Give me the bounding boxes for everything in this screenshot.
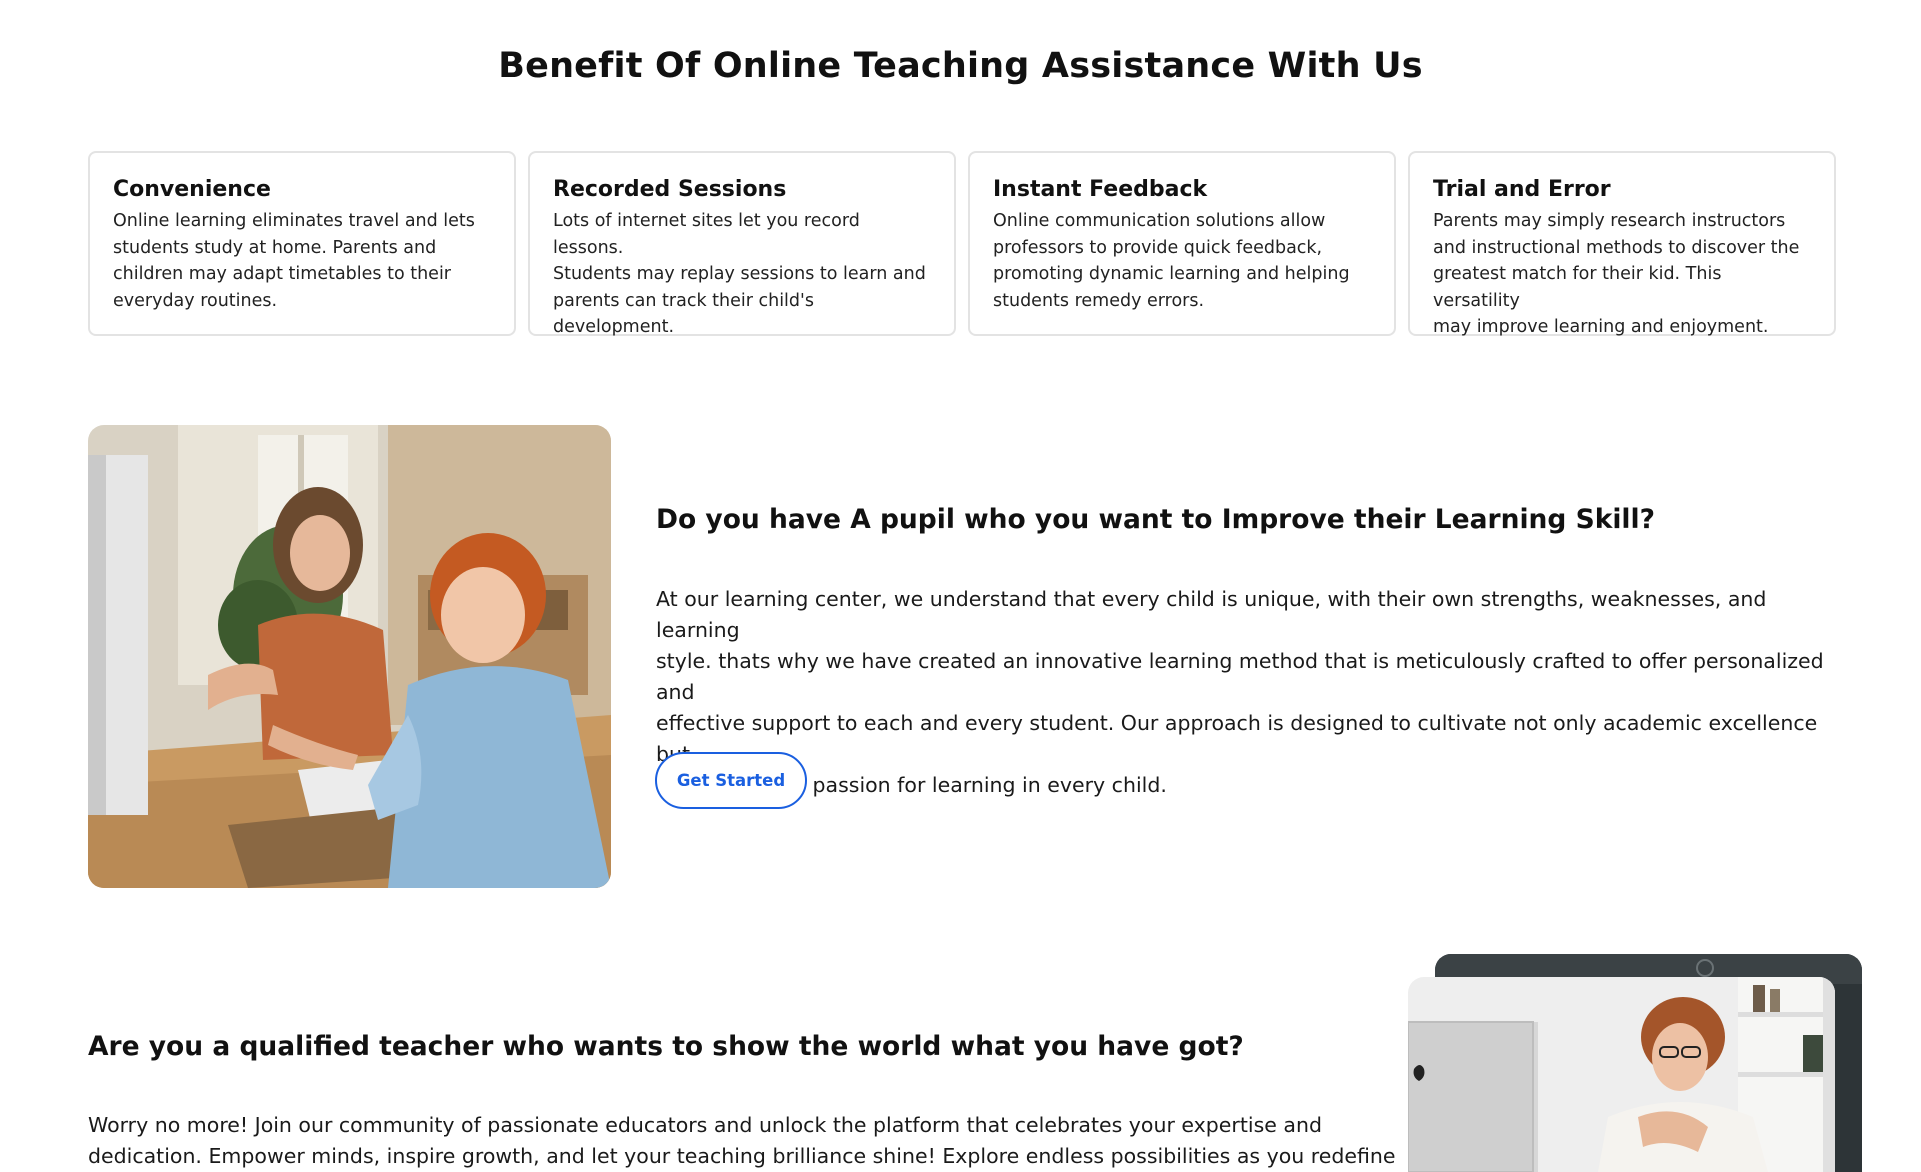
benefit-cards: Convenience Online learning eliminates t… [88,151,1838,337]
benefit-card-instant-feedback: Instant Feedback Online communication so… [968,151,1396,336]
pupil-section-heading: Do you have A pupil who you want to Impr… [656,504,1655,535]
page: Benefit Of Online Teaching Assistance Wi… [0,0,1921,1172]
benefit-card-title: Convenience [113,177,271,202]
benefit-card-title: Instant Feedback [993,177,1208,202]
benefit-card-recorded-sessions: Recorded Sessions Lots of internet sites… [528,151,956,337]
benefit-card-text: Parents may simply research instructors … [1433,211,1800,337]
benefit-card-text: Lots of internet sites let you record le… [553,211,926,337]
benefit-card-text: Online learning eliminates travel and le… [113,211,475,311]
teacher-section-heading: Are you a qualified teacher who wants to… [88,1031,1244,1062]
benefit-card-title: Recorded Sessions [553,177,787,202]
benefit-card-trial-and-error: Trial and Error Parents may simply resea… [1408,151,1836,337]
tutor-with-student-photo [88,425,611,888]
benefit-card-convenience: Convenience Online learning eliminates t… [88,151,516,336]
teacher-at-computer-photo [1408,977,1835,1172]
benefits-title: Benefit Of Online Teaching Assistance Wi… [498,46,1423,86]
pupil-section-text: At our learning center, we understand th… [656,587,1824,797]
get-started-button[interactable]: Get Started [655,752,807,809]
benefit-card-title: Trial and Error [1433,177,1611,202]
benefit-card-text: Online communication solutions allow pro… [993,211,1350,311]
teacher-section-text: Worry no more! Join our community of pas… [88,1113,1396,1168]
